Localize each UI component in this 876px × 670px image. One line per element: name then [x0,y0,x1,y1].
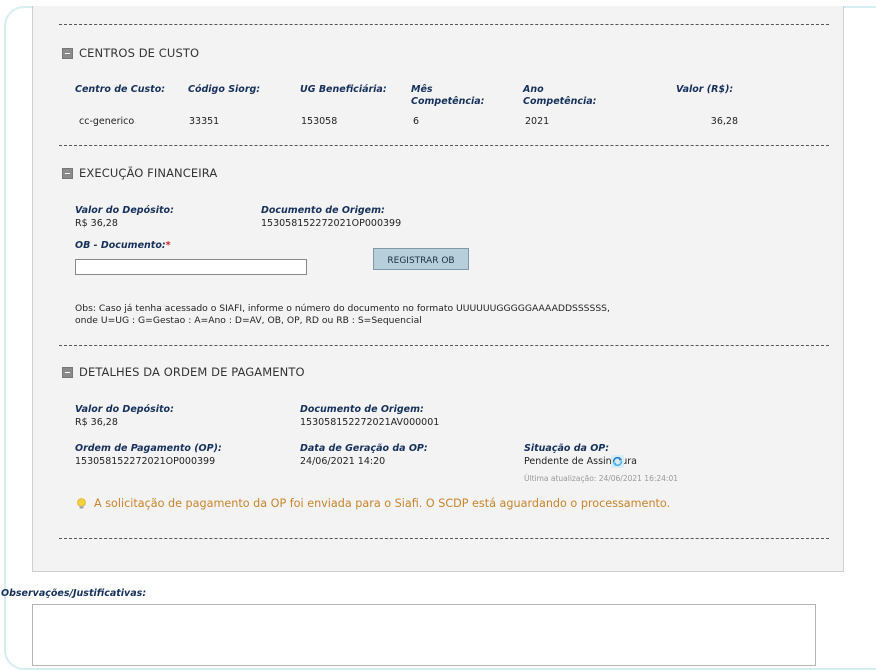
valor-deposito-label: Valor do Depósito: [75,205,174,216]
cell-centro: cc-generico [79,116,135,127]
section-title: EXECUÇÃO FINANCEIRA [79,166,218,180]
cell-ug: 153058 [301,116,338,127]
data-geracao-value: 24/06/2021 14:20 [300,456,386,467]
obs-line-1: Obs: Caso já tenha acessado o SIAFI, inf… [75,303,610,314]
col-header-ano: Ano Competência: [523,84,597,108]
ultima-atualizacao: Última atualização: 24/06/2021 16:24:01 [524,474,678,483]
status-notice: A solicitação de pagamento da OP foi env… [75,497,670,510]
section-header-detalhes[interactable]: DETALHES DA ORDEM DE PAGAMENTO [62,365,305,379]
col-header-mes-line1: Mês [411,84,433,95]
section-header-execucao[interactable]: EXECUÇÃO FINANCEIRA [62,166,217,180]
valor-deposito-value: R$ 36,28 [75,417,118,428]
col-header-centro: Centro de Custo: [75,84,166,95]
obs-line-2: onde U=UG : G=Gestao : A=Ano : D=AV, OB,… [75,315,422,326]
col-header-valor: Valor (R$): [676,84,734,95]
ordem-pagamento-label: Ordem de Pagamento (OP): [75,443,222,454]
data-geracao-label: Data de Geração da OP: [300,443,428,454]
valor-deposito-value: R$ 36,28 [75,218,118,229]
cell-ano: 2021 [525,116,550,127]
observacoes-textarea[interactable] [32,604,816,666]
collapse-icon[interactable] [62,167,73,179]
divider [59,538,829,539]
section-title: CENTROS DE CUSTO [79,46,200,60]
divider [59,145,829,146]
ob-documento-label: OB - Documento:* [75,240,171,252]
divider [59,24,829,25]
documento-origem-value: 153058152272021AV000001 [300,417,440,428]
collapse-icon[interactable] [62,47,73,59]
registrar-ob-button[interactable]: REGISTRAR OB [373,248,469,270]
ob-documento-input[interactable] [75,259,307,275]
cell-siorg: 33351 [189,116,220,127]
valor-deposito-label: Valor do Depósito: [75,404,174,415]
refresh-icon[interactable] [611,455,624,468]
section-title: DETALHES DA ORDEM DE PAGAMENTO [79,365,305,379]
col-header-mes: Mês Competência: [411,84,485,108]
observacoes-label: Observações/Justificativas: [1,588,147,599]
cell-valor: 36,28 [710,116,738,127]
cell-mes: 6 [413,116,420,127]
lightbulb-icon [77,498,86,509]
col-header-ano-line1: Ano [523,84,544,95]
documento-origem-value: 153058152272021OP000399 [261,218,402,229]
situacao-label: Situação da OP: [524,443,610,454]
ob-documento-label-text: OB - Documento: [75,240,166,251]
collapse-icon[interactable] [62,366,73,378]
col-header-ug: UG Beneficiária: [300,84,387,95]
documento-origem-label: Documento de Origem: [300,404,424,415]
notice-text: A solicitação de pagamento da OP foi env… [94,497,671,510]
required-mark: * [165,240,171,251]
divider [59,345,829,346]
col-header-mes-line2: Competência: [411,96,485,107]
ordem-pagamento-value: 153058152272021OP000399 [75,456,216,467]
col-header-siorg: Código Siorg: [188,84,261,95]
col-header-ano-line2: Competência: [523,96,597,107]
documento-origem-label: Documento de Origem: [261,205,385,216]
section-header-centros-custo[interactable]: CENTROS DE CUSTO [62,46,199,60]
obs-text: Obs: Caso já tenha acessado o SIAFI, inf… [75,303,610,327]
